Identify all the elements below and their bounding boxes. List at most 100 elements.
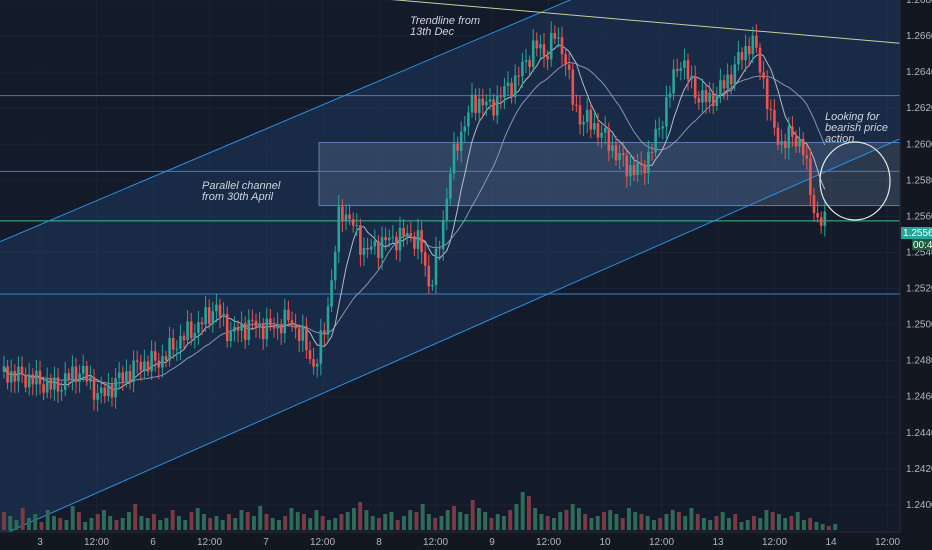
volume-bar [570,504,575,530]
volume-bar [627,508,631,530]
volume-bar [339,514,344,530]
candle-body [135,360,139,362]
candle-body [755,35,758,48]
candle-body [218,304,222,317]
candle-body [546,55,549,60]
volume-bar [370,516,375,530]
volume-bar [389,512,394,530]
candle-body [722,80,726,89]
volume-bar [114,520,119,530]
volume-bar [620,518,625,530]
candle-body [305,325,308,351]
volume-bar [683,516,688,530]
candle-body [35,370,38,385]
price-axis[interactable] [900,0,932,532]
volume-bar [320,516,325,530]
candle-body [686,60,690,80]
candle-body [67,373,71,381]
candle-body [251,319,254,321]
candle-body [9,371,13,383]
candle-body [517,75,521,77]
volume-bar [495,514,500,530]
candle-body [765,78,769,109]
candle-body [189,321,193,338]
candle-body [182,336,186,341]
candle-body [819,217,823,226]
candle-body [535,40,539,49]
annotation-channel-line2: from 30th April [202,191,274,203]
candle-body [121,372,125,382]
candle-body [63,373,67,390]
candle-body [24,374,27,388]
candle-body [323,330,326,335]
volume-bar [345,512,350,530]
candle-body [456,143,459,151]
candle-body [38,370,42,385]
candle-body [233,326,236,332]
volume-bar [33,514,38,530]
candle-body [247,319,251,340]
candle-body [503,86,506,98]
volume-bar [770,512,775,530]
volume-bar [77,512,81,530]
volume-bar [8,516,13,530]
candle-body [801,138,805,156]
volume-bar [133,504,138,530]
candle-body [823,211,827,226]
volume-bar [152,514,156,530]
volume-bar [264,514,269,530]
candle-body [2,366,6,372]
candle-body [319,330,323,364]
candle-body [459,131,463,151]
candle-body [632,164,636,176]
time-tick-label: 12:00 [197,537,222,548]
candle-body [603,128,607,133]
volume-bar [483,512,488,530]
candle-body [348,214,351,220]
candle-body [510,82,513,98]
volume-bar [108,516,113,530]
volume-bar [745,520,750,530]
candle-body [96,393,99,400]
time-tick-label: 14 [825,537,837,548]
candle-body [521,61,524,77]
price-tick-label: 1.24200 [906,464,932,475]
volume-bar [783,518,788,530]
candle-body [740,52,744,61]
candle-body [99,387,103,394]
candle-body [477,98,481,113]
price-chart[interactable]: Trendline from 13th Dec Parallel channel… [0,0,932,550]
volume-bar [427,514,431,530]
volume-bar [477,508,481,530]
candle-body [495,96,499,116]
time-axis[interactable] [0,532,932,550]
candle-body [78,373,81,382]
candle-body [737,52,740,65]
candle-body [611,145,614,151]
candle-body [438,248,441,250]
candle-body [330,280,333,307]
candle-body [287,309,290,321]
candle-body [783,140,787,148]
volume-bar [308,518,313,530]
volume-bar [233,518,238,530]
candle-body [747,46,751,55]
candle-body [643,164,647,174]
volume-bar [139,516,144,530]
volume-bar [333,518,338,530]
volume-bar [120,518,125,530]
time-tick-label: 12:00 [649,537,674,548]
candle-body [762,72,765,79]
candle-body [366,247,369,250]
candle-body [780,140,783,145]
volume-bar [70,506,75,530]
candle-body [639,162,643,165]
volume-bar [20,508,25,530]
candle-body [258,323,261,327]
volume-bar [608,510,613,530]
volume-bar [14,520,19,530]
candle-body [629,164,632,177]
volume-bar [589,518,594,530]
candle-body [567,64,571,70]
candle-body [711,92,715,107]
